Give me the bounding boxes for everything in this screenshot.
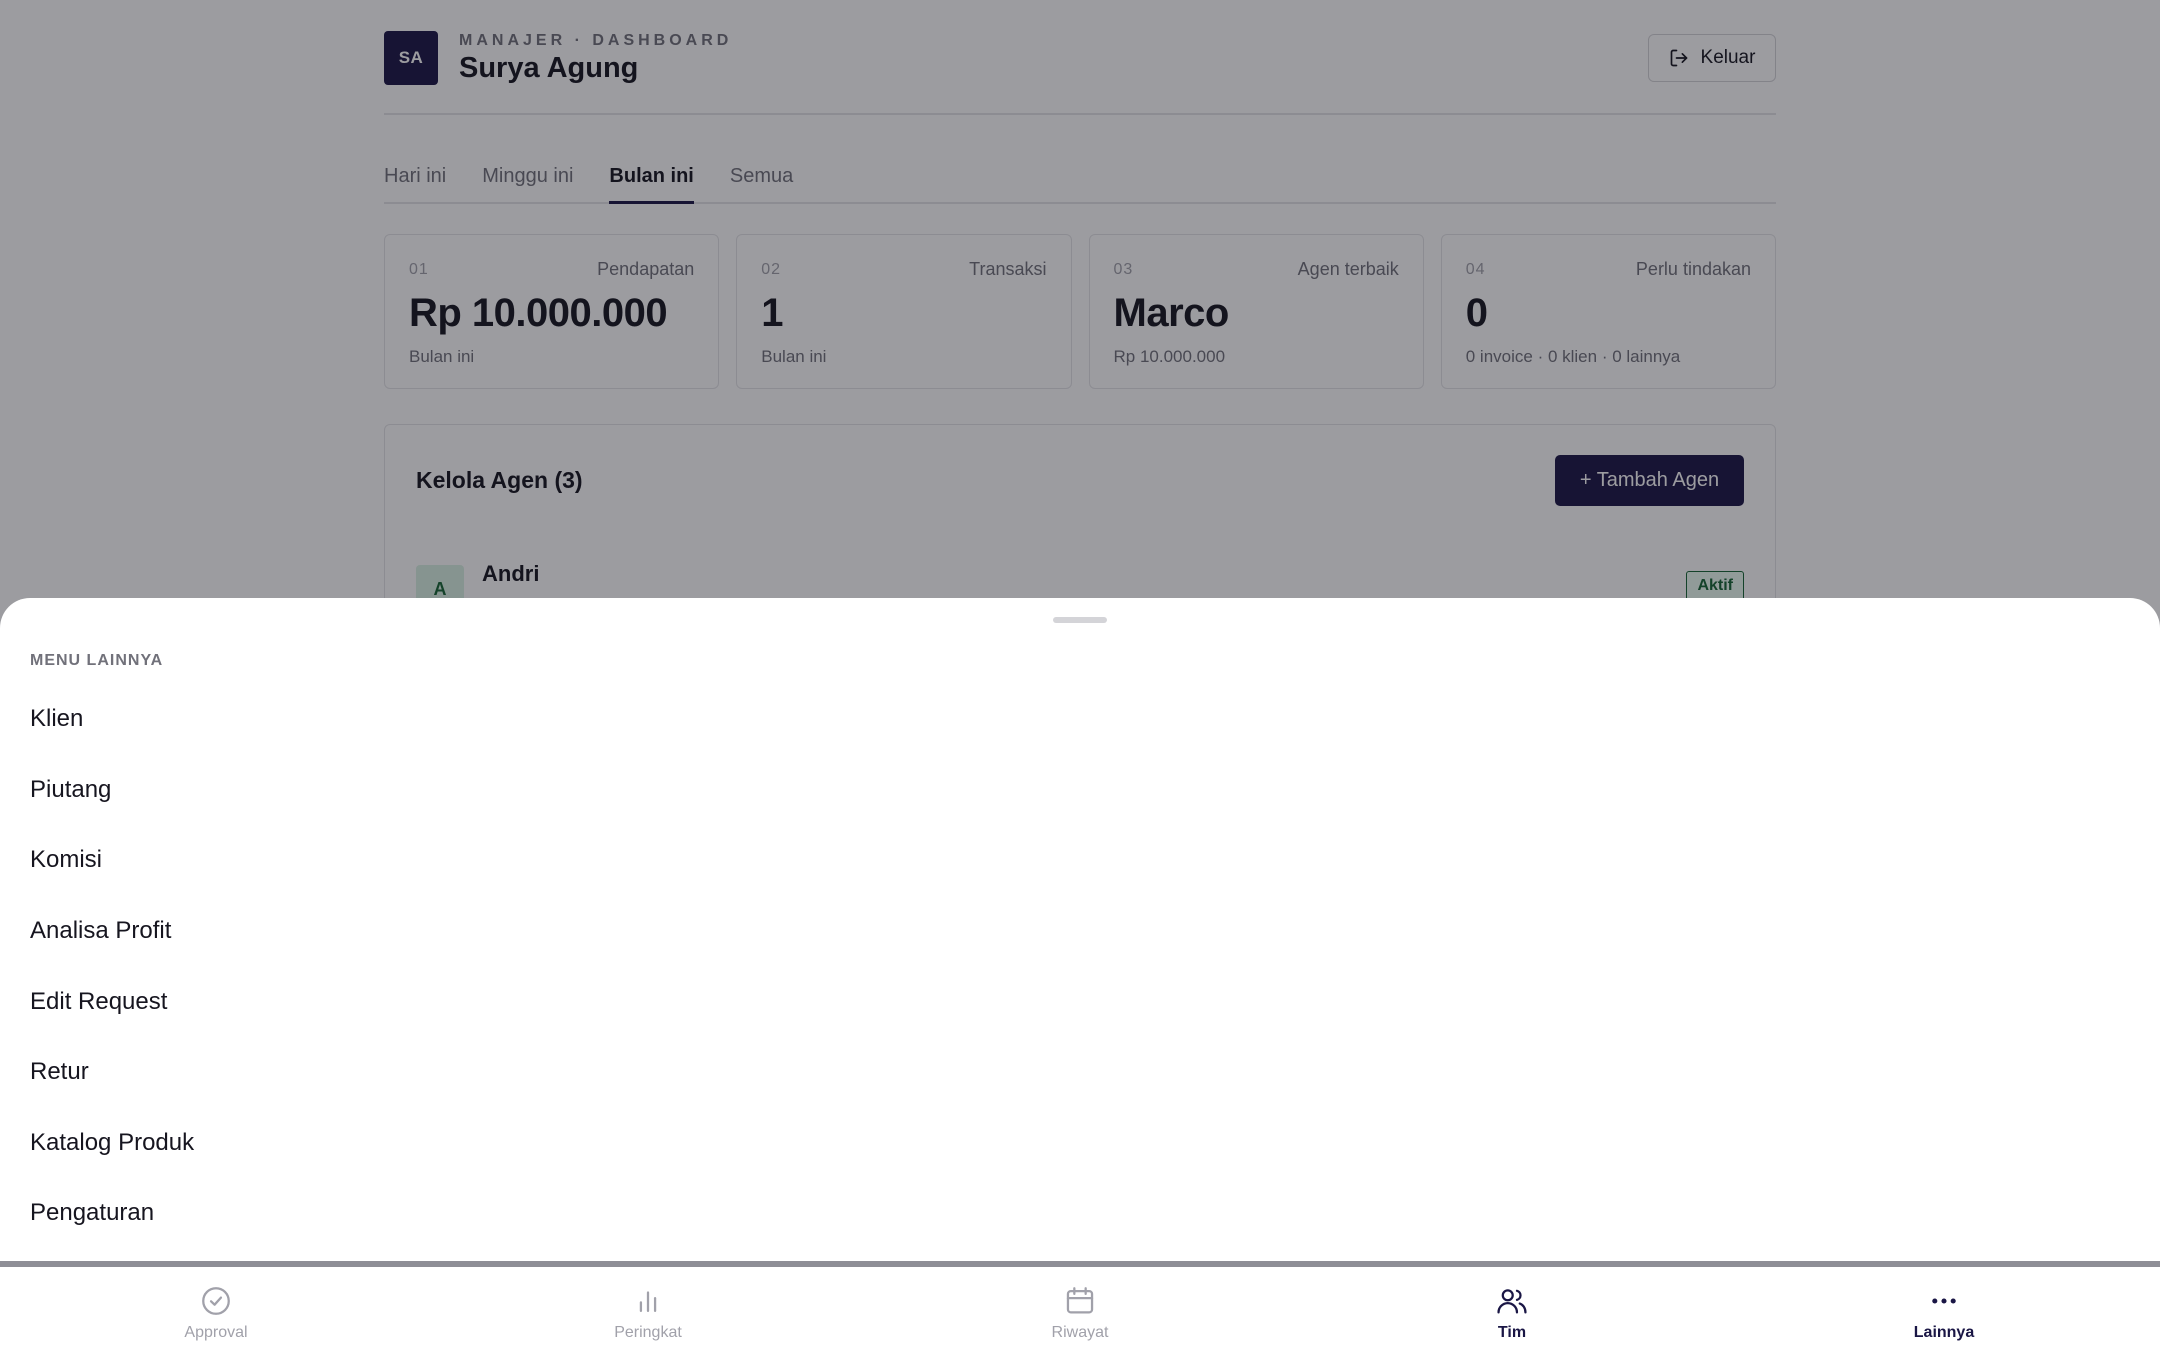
nav-label: Tim — [1497, 1324, 1527, 1341]
nav-label: Peringkat — [614, 1324, 682, 1341]
bottom-nav: Approval Peringkat Riwayat Tim Lainnya — [0, 1261, 2160, 1350]
menu-list: Klien Piutang Komisi Analisa Profit Edit… — [0, 684, 2160, 1249]
nav-tim[interactable]: Tim — [1296, 1267, 1728, 1350]
nav-riwayat[interactable]: Riwayat — [864, 1267, 1296, 1350]
sheet-drag-handle[interactable] — [1053, 617, 1107, 623]
check-circle-icon — [202, 1287, 230, 1315]
nav-label: Riwayat — [1051, 1324, 1109, 1341]
menu-item-katalog-produk[interactable]: Katalog Produk — [0, 1108, 2160, 1179]
bar-chart-icon — [639, 1291, 657, 1313]
more-icon — [1932, 1298, 1956, 1304]
nav-approval[interactable]: Approval — [0, 1267, 432, 1350]
nav-peringkat[interactable]: Peringkat — [432, 1267, 864, 1350]
users-icon — [1497, 1289, 1527, 1314]
sheet-heading: MENU LAINNYA — [30, 652, 164, 669]
menu-item-edit-request[interactable]: Edit Request — [0, 966, 2160, 1037]
menu-item-analisa-profit[interactable]: Analisa Profit — [0, 896, 2160, 967]
nav-label: Approval — [184, 1324, 248, 1341]
menu-item-retur[interactable]: Retur — [0, 1037, 2160, 1108]
menu-item-piutang[interactable]: Piutang — [0, 755, 2160, 826]
calendar-icon — [1066, 1287, 1094, 1314]
nav-label: Lainnya — [1913, 1324, 1975, 1341]
more-menu-sheet: MENU LAINNYA Klien Piutang Komisi Analis… — [0, 598, 2160, 1261]
nav-lainnya[interactable]: Lainnya — [1728, 1267, 2160, 1350]
menu-item-komisi[interactable]: Komisi — [0, 825, 2160, 896]
menu-item-klien[interactable]: Klien — [0, 684, 2160, 755]
menu-item-pengaturan[interactable]: Pengaturan — [0, 1178, 2160, 1249]
